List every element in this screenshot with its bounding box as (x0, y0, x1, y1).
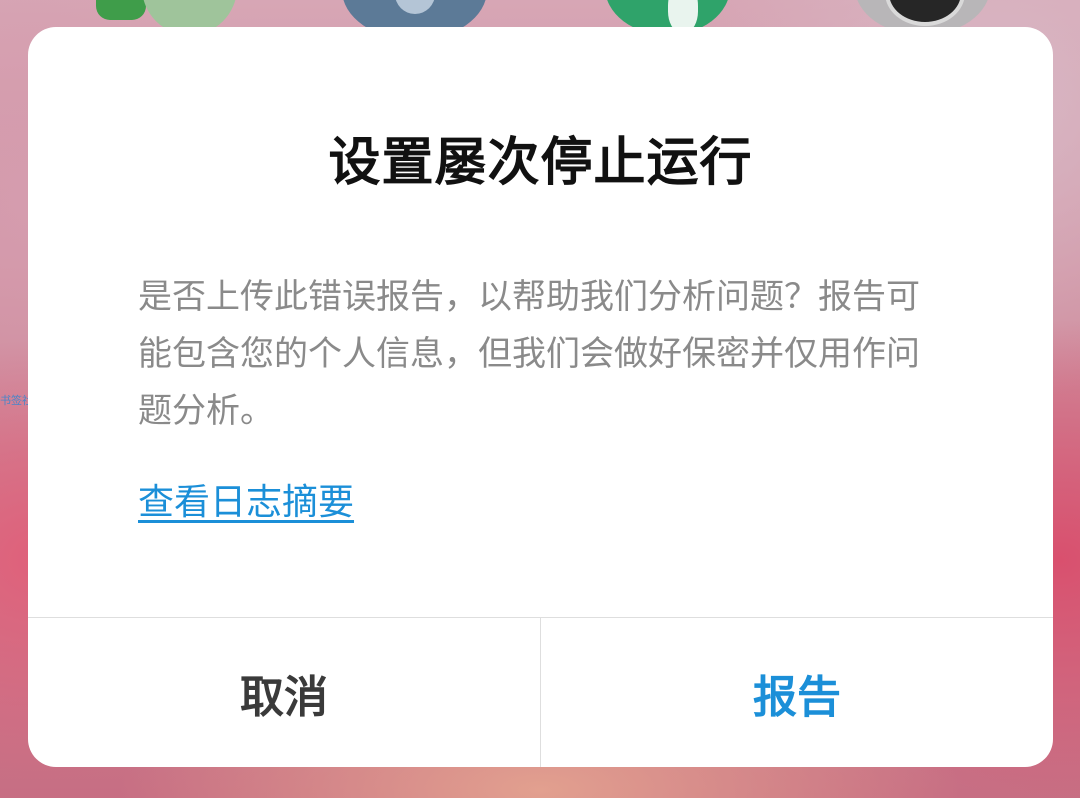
crash-report-dialog: 设置屡次停止运行 是否上传此错误报告，以帮助我们分析问题？报告可能包含您的个人信… (28, 27, 1053, 767)
app-icon-partial[interactable] (96, 0, 146, 20)
report-button[interactable]: 报告 (541, 618, 1053, 767)
view-log-summary-link[interactable]: 查看日志摘要 (138, 481, 354, 525)
dialog-title: 设置屡次停止运行 (328, 133, 753, 193)
cancel-button[interactable]: 取消 (28, 618, 541, 767)
dialog-button-bar: 取消 报告 (28, 617, 1053, 767)
dialog-message: 是否上传此错误报告，以帮助我们分析问题？报告可能包含您的个人信息，但我们会做好保… (138, 277, 920, 431)
